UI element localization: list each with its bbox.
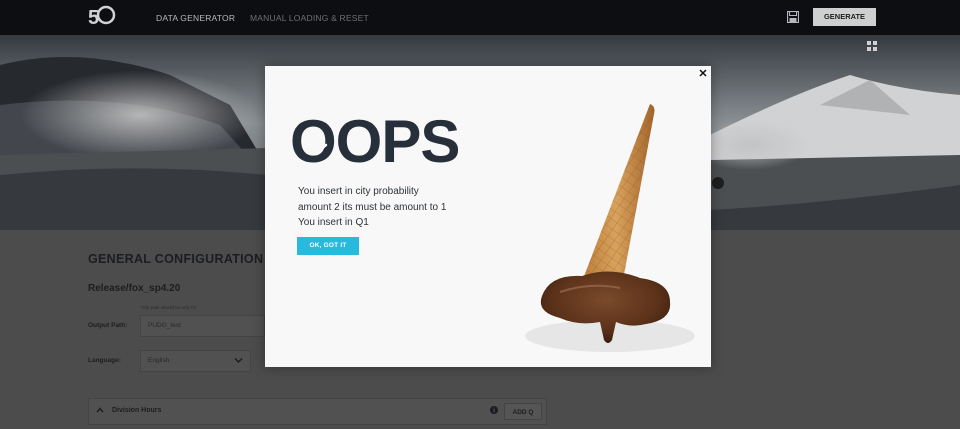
message-line: You insert in city probability [298,186,419,197]
ok-got-it-button[interactable]: OK, GOT IT [297,237,359,255]
message-line: amount 2 its must be amount to 1 [298,201,447,213]
modal-message: You insert in city probability amount 2 … [298,184,488,231]
message-line: You insert in Q1 [298,217,369,228]
modal-title: OOPS [290,108,460,175]
close-icon[interactable]: ✕ [697,68,709,80]
melting-ice-cream-illustration [525,104,695,352]
smile-icon [306,143,328,151]
